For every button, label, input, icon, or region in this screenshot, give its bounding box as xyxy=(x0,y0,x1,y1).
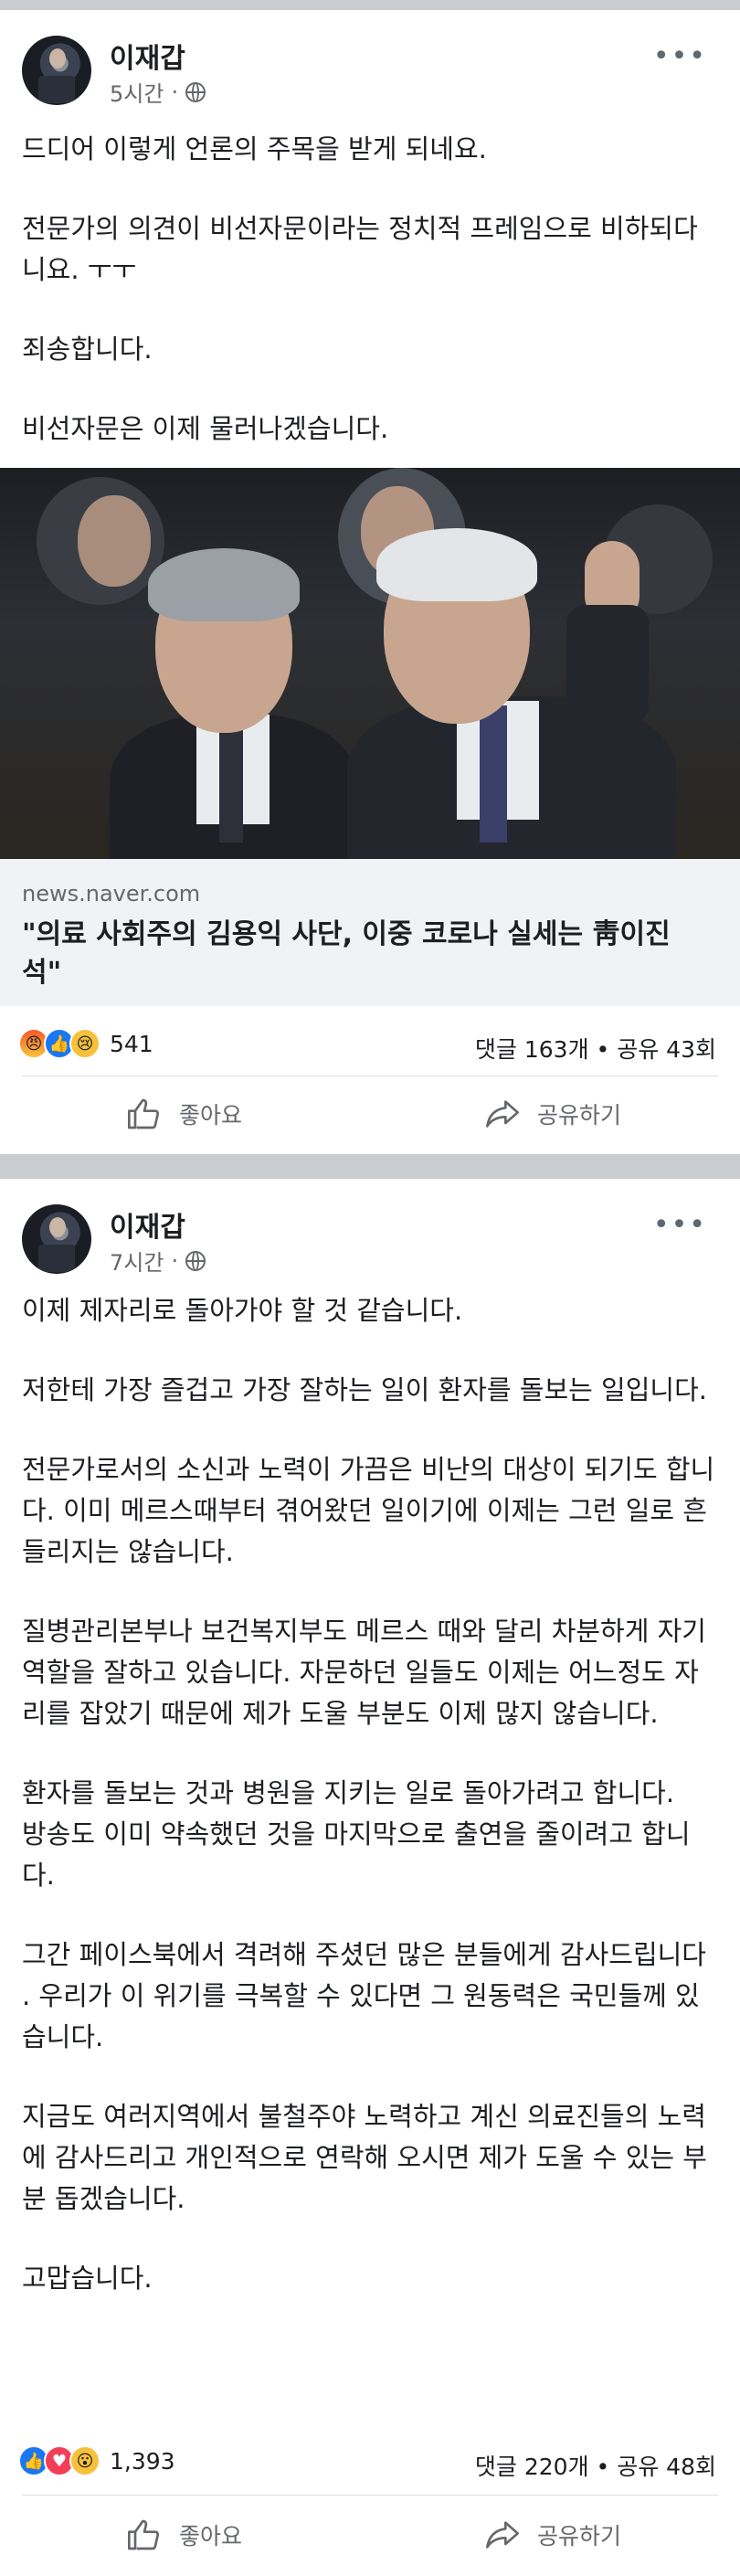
link-title[interactable]: "의료 사회주의 김용익 사단, 이중 코로나 실세는 靑이진석" xyxy=(22,916,698,992)
share-label: 공유하기 xyxy=(537,1102,622,1129)
more-options-icon[interactable]: ••• xyxy=(653,1212,707,1239)
post-paragraph: 환자를 돌보는 것과 병원을 지키는 일로 돌아가려고 합니다. xyxy=(22,1777,675,1808)
post-paragraph: 전문가의 의견이 비선자문이라는 정치적 프레임으로 비하되다니요. ㅜㅜ xyxy=(22,213,698,285)
post-paragraph: 지금도 여러지역에서 불철주야 노력하고 계신 의료진들의 노력에 감사드리고 … xyxy=(22,2101,707,2214)
post-card: 이재갑 7시간 · ••• 이제 제자리로 돌아가야 할 것 같습니다. 저한테… xyxy=(0,1179,740,2576)
post-meta: 7시간 · xyxy=(110,1245,206,1277)
post-paragraph: 고맙습니다. xyxy=(22,2263,153,2294)
like-label: 좋아요 xyxy=(179,2523,243,2549)
comment-share-counts[interactable]: 댓글 163개 • 공유 43회 xyxy=(475,1032,716,1065)
globe-icon xyxy=(185,1250,206,1271)
globe-icon xyxy=(185,81,206,102)
post-paragraph: 이제 제자리로 돌아가야 할 것 같습니다. xyxy=(22,1295,463,1326)
more-options-icon[interactable]: ••• xyxy=(653,43,707,70)
thumbs-up-icon xyxy=(128,1098,160,1129)
post-paragraph: 죄송합니다. xyxy=(22,334,153,365)
post-actions: 좋아요 공유하기 xyxy=(0,2495,740,2575)
sad-reaction-icon: 😢 xyxy=(69,1028,100,1059)
post-paragraph: 방송도 이미 약속했던 것을 마지막으로 출연을 줄이려고 합니다. xyxy=(22,1818,691,1891)
post-time[interactable]: 5시간 xyxy=(110,76,164,108)
post-meta: 5시간 · xyxy=(110,76,206,108)
post-card: 이재갑 5시간 · ••• 드디어 이렇게 언론의 주목을 받게 되네요. 전문… xyxy=(0,10,740,1154)
reaction-summary[interactable]: 👍 ♥ 😮 1,393 xyxy=(18,2445,175,2476)
share-button[interactable]: 공유하기 xyxy=(484,1074,621,1154)
link-domain: news.naver.com xyxy=(22,881,201,906)
like-label: 좋아요 xyxy=(179,1102,243,1129)
reaction-summary[interactable]: 😠 👍 😢 541 xyxy=(18,1028,153,1059)
post-paragraph: 비선자문은 이제 물러나겠습니다. xyxy=(22,413,389,444)
author-name[interactable]: 이재갑 xyxy=(110,36,185,76)
post-header: 이재갑 7시간 · ••• xyxy=(0,1179,740,1288)
post-paragraph: 질병관리본부나 보건복지부도 메르스 때와 달리 차분하게 자기 역할을 잘하고… xyxy=(22,1616,706,1729)
comment-share-counts[interactable]: 댓글 220개 • 공유 48회 xyxy=(475,2449,716,2482)
meta-dot: · xyxy=(171,1247,179,1274)
post-time[interactable]: 7시간 xyxy=(110,1245,164,1277)
author-name[interactable]: 이재갑 xyxy=(110,1204,185,1245)
post-text: 드디어 이렇게 언론의 주목을 받게 되네요. 전문가의 의견이 비선자문이라는… xyxy=(22,129,716,450)
link-preview[interactable]: news.naver.com "의료 사회주의 김용익 사단, 이중 코로나 실… xyxy=(0,859,740,1006)
post-stats: 👍 ♥ 😮 1,393 댓글 220개 • 공유 48회 xyxy=(0,2423,740,2502)
post-header: 이재갑 5시간 · ••• xyxy=(0,10,740,120)
like-button[interactable]: 좋아요 xyxy=(126,1074,242,1154)
reaction-count[interactable]: 541 xyxy=(110,1031,153,1057)
avatar[interactable] xyxy=(22,36,91,105)
like-button[interactable]: 좋아요 xyxy=(126,2495,242,2575)
post-paragraph: 그간 페이스북에서 격려해 주셨던 많은 분들에게 감사드립니다 . 우리가 이… xyxy=(22,1939,706,2052)
share-label: 공유하기 xyxy=(537,2523,622,2549)
meta-dot: · xyxy=(171,79,179,105)
post-paragraph: 저한테 가장 즐겁고 가장 잘하는 일이 환자를 돌보는 일입니다. xyxy=(22,1374,707,1405)
thumbs-up-icon xyxy=(128,2519,160,2550)
post-text: 이제 제자리로 돌아가야 할 것 같습니다. 저한테 가장 즐겁고 가장 잘하는… xyxy=(22,1290,716,2299)
wow-reaction-icon: 😮 xyxy=(69,2445,100,2476)
avatar[interactable] xyxy=(22,1204,91,1274)
share-icon xyxy=(486,2521,519,2549)
post-paragraph: 전문가로서의 소신과 노력이 가끔은 비난의 대상이 되기도 합니다. 이미 메… xyxy=(22,1454,715,1567)
post-paragraph: 드디어 이렇게 언론의 주목을 받게 되네요. xyxy=(22,133,487,164)
share-button[interactable]: 공유하기 xyxy=(484,2495,621,2575)
reaction-count[interactable]: 1,393 xyxy=(110,2448,175,2475)
post-actions: 좋아요 공유하기 xyxy=(0,1074,740,1154)
link-preview-image[interactable] xyxy=(0,468,740,859)
share-icon xyxy=(486,1100,519,1128)
